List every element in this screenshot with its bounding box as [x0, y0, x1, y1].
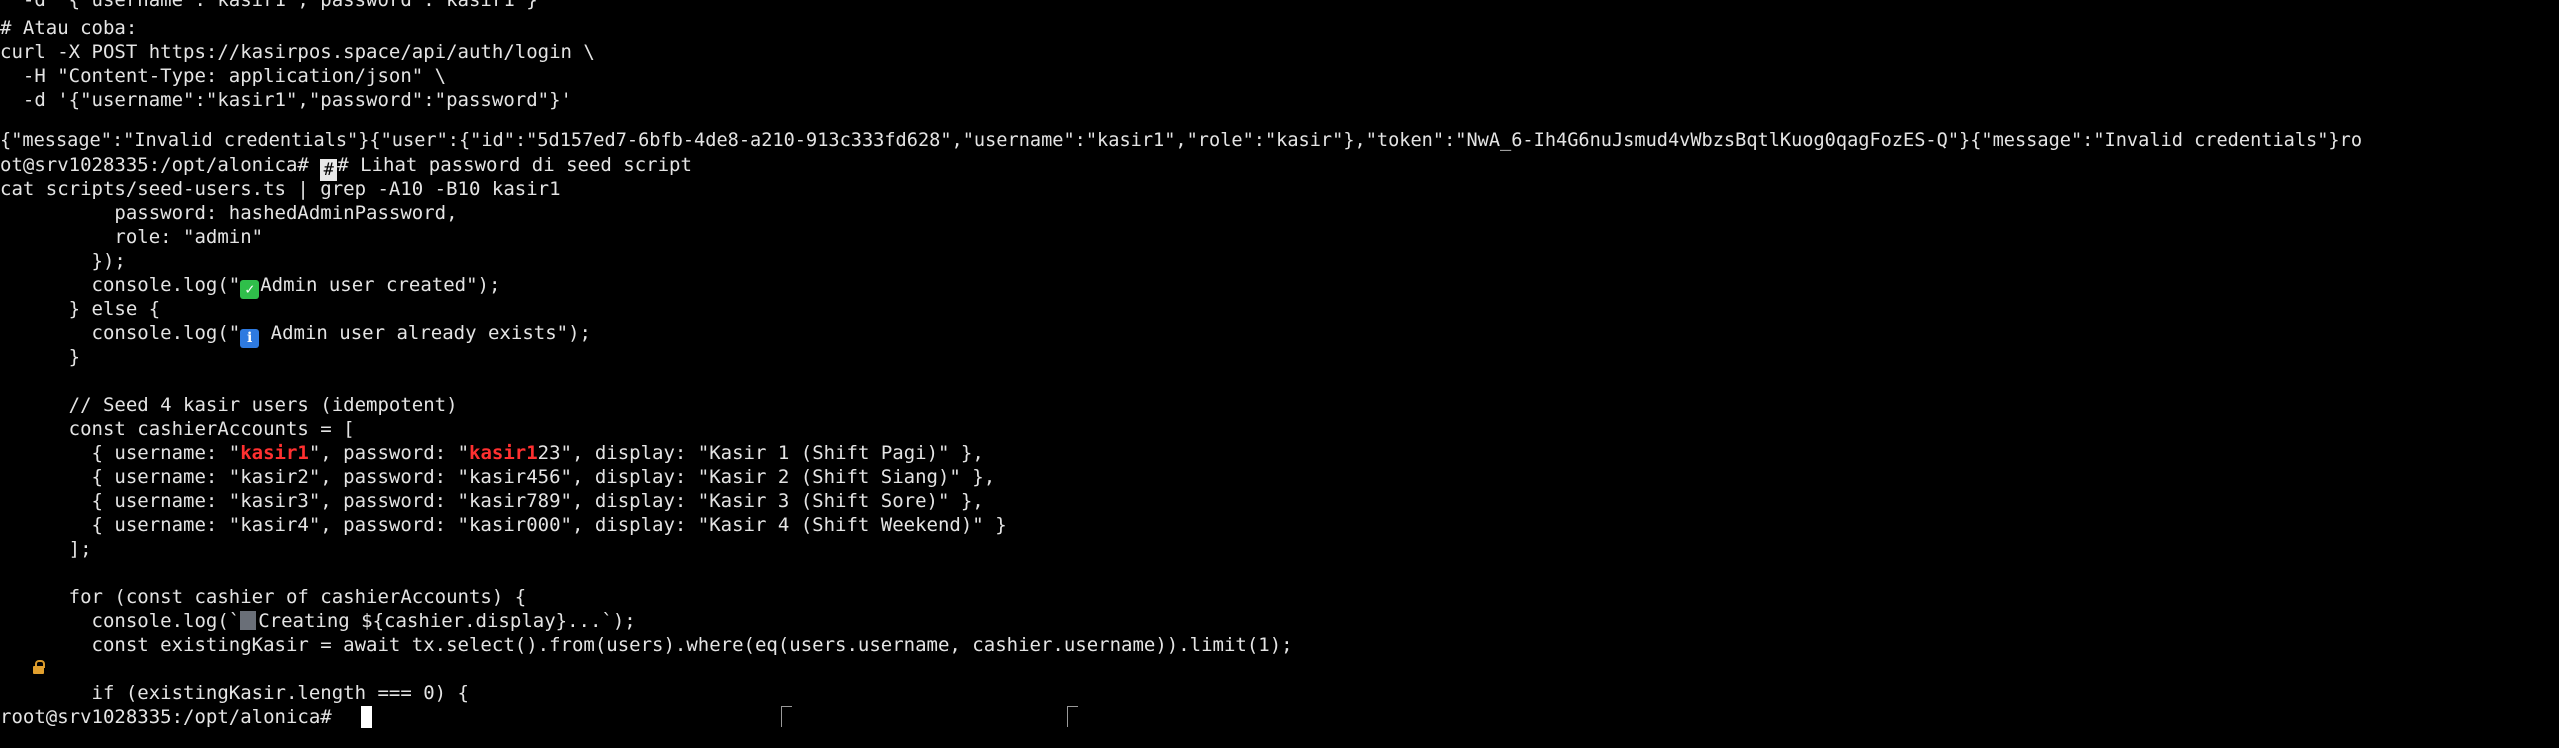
terminal-line: role: "admin"	[0, 226, 264, 248]
terminal-line: -H "Content-Type: application/json" \	[0, 65, 447, 87]
code-text: { username: "	[0, 442, 241, 464]
terminal-line: curl -X POST https://kasirpos.space/api/…	[0, 41, 595, 63]
terminal-line-prompt[interactable]: root@srv1028335:/opt/alonica#	[0, 705, 343, 729]
code-text: ", password: "	[308, 442, 470, 464]
code-text: console.log("	[0, 322, 241, 344]
terminal-line-match: { username: "kasir1", password: "kasir12…	[0, 441, 984, 465]
terminal-line: password: hashedAdminPassword,	[0, 202, 458, 224]
terminal-cursor	[361, 706, 372, 728]
lock-icon	[33, 660, 45, 674]
terminal-line: { username: "kasir2", password: "kasir45…	[0, 466, 996, 488]
terminal-line: # Atau coba:	[0, 17, 138, 39]
terminal-line: -d '{"username":"kasir1","password":"kas…	[0, 0, 550, 11]
terminal-line: { username: "kasir3", password: "kasir78…	[0, 490, 984, 512]
terminal-line: } else {	[0, 298, 161, 320]
terminal-window[interactable]: -d '{"username":"kasir1","password":"kas…	[0, 0, 2559, 748]
code-text: console.log("	[0, 274, 241, 296]
terminal-line-prompt: ot@srv1028335:/opt/alonica# # # Lihat pas…	[0, 153, 692, 181]
terminal-line: console.log(` Creating ${cashier.display}…	[0, 609, 636, 633]
unknown-emoji-icon	[240, 611, 257, 630]
terminal-line: }	[0, 346, 81, 368]
terminal-line: console.log(" ✓ Admin user created");	[0, 273, 501, 299]
code-text: Admin user created");	[260, 274, 501, 296]
terminal-line-response: {"message":"Invalid credentials"}{"user"…	[0, 130, 2363, 151]
code-text: Creating ${cashier.display}...`);	[258, 610, 636, 632]
terminal-line: ];	[0, 538, 92, 560]
grep-match: kasir1	[469, 442, 538, 464]
terminal-line-command: cat scripts/seed-users.ts | grep -A10 -B…	[0, 178, 561, 200]
terminal-line: if (existingKasir.length === 0) {	[0, 682, 470, 704]
selection-corner-marker	[781, 706, 792, 727]
terminal-line: for (const cashier of cashierAccounts) {	[0, 586, 527, 608]
prompt-text: ot@srv1028335:/opt/alonica#	[0, 154, 321, 176]
terminal-line: const existingKasir = await tx.select().…	[0, 634, 1293, 656]
code-text: Admin user already exists");	[259, 322, 591, 344]
grep-match: kasir1	[240, 442, 309, 464]
info-emoji-icon: i	[240, 329, 260, 348]
check-emoji-icon: ✓	[240, 280, 260, 299]
command-comment: # Lihat password di seed script	[337, 154, 692, 176]
terminal-line: const cashierAccounts = [	[0, 418, 355, 440]
code-text: console.log(`	[0, 610, 241, 632]
selection-corner-marker	[1067, 706, 1078, 727]
terminal-line: -d '{"username":"kasir1","password":"pas…	[0, 89, 572, 111]
code-text: 23", display: "Kasir 1 (Shift Pagi)" },	[537, 442, 984, 464]
terminal-line: });	[0, 250, 126, 272]
terminal-line: // Seed 4 kasir users (idempotent)	[0, 394, 458, 416]
terminal-line: console.log(" i Admin user already exists…	[0, 321, 591, 348]
terminal-line: { username: "kasir4", password: "kasir00…	[0, 514, 1007, 536]
